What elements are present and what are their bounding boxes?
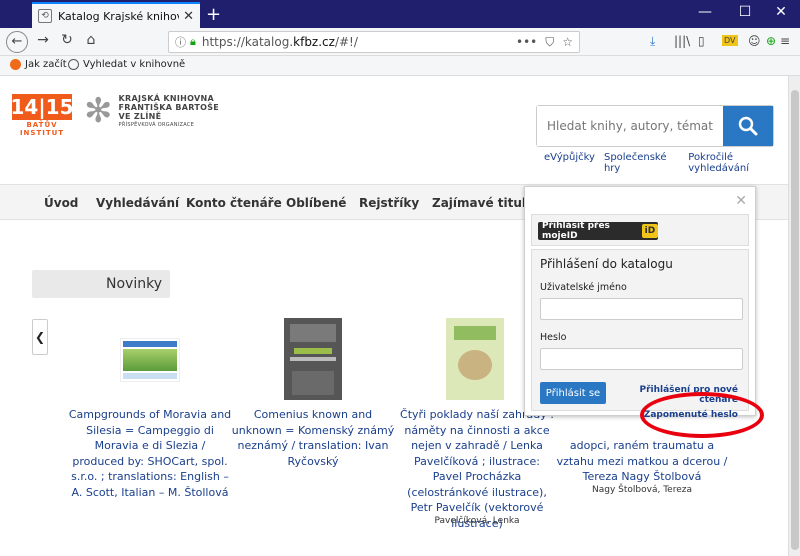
pocket-icon[interactable]: ⛉: [545, 35, 554, 50]
link-advanced-search[interactable]: Pokročilé vyhledávání: [688, 152, 788, 174]
browser-titlebar: ⟲ Katalog Krajské knihovny Františka ✕ +…: [0, 0, 800, 28]
search-button[interactable]: [723, 106, 773, 146]
menu-item-zajimave-tituly[interactable]: Zajímavé tituly: [432, 196, 534, 210]
bookmark-star-icon[interactable]: ☆: [562, 35, 573, 49]
link-spolecenske-hry[interactable]: Společenské hry: [604, 152, 679, 174]
firefox-icon: [10, 59, 21, 70]
search-box: [536, 105, 774, 147]
book-cover[interactable]: [120, 338, 180, 382]
page-favicon-icon: ⟲: [38, 9, 52, 23]
info-icon[interactable]: ⓘ: [175, 34, 186, 50]
tab-title: Katalog Krajské knihovny Františka: [58, 9, 179, 23]
forward-button-icon[interactable]: →: [32, 32, 54, 48]
reload-icon[interactable]: ↻: [56, 32, 78, 48]
extension-plus-icon[interactable]: ⊕: [766, 34, 776, 48]
browser-navbar: ← → ↻ ⌂ ⓘ 🔒︎ https://katalog.kfbz.cz/#!/…: [0, 28, 800, 56]
bookmarks-bar: Jak začít Vyhledat v knihovně: [0, 56, 800, 76]
password-label: Heslo: [540, 332, 567, 343]
chevron-left-icon: ❮: [34, 330, 46, 344]
page-scrollbar[interactable]: [788, 76, 800, 556]
url-text: https://katalog.kfbz.cz/#!/: [201, 35, 358, 49]
menu-item-rejstriky[interactable]: Rejstříky: [359, 196, 419, 210]
account-icon[interactable]: ☺: [748, 34, 761, 48]
browser-tab[interactable]: ⟲ Katalog Krajské knihovny Františka ✕: [32, 2, 200, 28]
bookmark-getting-started[interactable]: Jak začít: [10, 59, 67, 70]
scrollbar-thumb[interactable]: [791, 90, 799, 550]
home-icon[interactable]: ⌂: [80, 32, 102, 48]
login-form: Přihlášení do katalogu Uživatelské jméno…: [531, 249, 749, 420]
dv-extension-icon[interactable]: DV: [722, 35, 738, 46]
bookmark-search-library[interactable]: Vyhledat v knihovně: [68, 59, 185, 70]
maximize-icon[interactable]: ☐: [730, 4, 760, 20]
highlight-annotation: [640, 392, 764, 438]
menu-item-oblibene[interactable]: Oblíbené: [286, 196, 346, 210]
menu-hamburger-icon[interactable]: ≡: [780, 34, 790, 48]
book-cover[interactable]: [446, 318, 504, 400]
library-icon[interactable]: |||\: [674, 34, 690, 48]
book-author: Pavelčíková, Lenka: [434, 516, 520, 526]
mojeid-icon: iD: [641, 224, 658, 238]
sidebar-icon[interactable]: ▯: [698, 34, 705, 48]
book-author: Nagy Štolbová, Tereza: [592, 485, 692, 495]
page: 14|15 BAŤŮV INSTITUT ✻ KRAJSKÁ KNIHOVNA …: [0, 76, 788, 556]
lock-icon: 🔒︎: [190, 35, 196, 48]
batuv-institut-logo[interactable]: 14|15 BAŤŮV INSTITUT: [11, 94, 73, 137]
asterisk-logo-icon: ✻: [84, 91, 113, 131]
download-icon[interactable]: ⤓: [650, 34, 655, 49]
popup-close-icon[interactable]: ✕: [735, 193, 747, 209]
search-input[interactable]: [537, 106, 723, 146]
library-logo[interactable]: ✻ KRAJSKÁ KNIHOVNA FRANTIŠKA BARTOŠE VE …: [84, 94, 219, 130]
minimize-icon[interactable]: —: [690, 4, 720, 20]
login-popup: ✕ Přihlásit přes mojeID iD Přihlášení do…: [524, 186, 756, 420]
link-evypujcky[interactable]: eVýpůjčky: [544, 152, 595, 174]
new-tab-button[interactable]: +: [206, 4, 221, 25]
username-input[interactable]: [540, 298, 743, 320]
book-cover[interactable]: [284, 318, 342, 400]
window-close-icon[interactable]: ✕: [766, 4, 796, 20]
menu-item-konto[interactable]: Konto čtenáře: [186, 196, 282, 210]
globe-icon: [68, 59, 79, 70]
carousel-prev-button[interactable]: ❮: [32, 319, 48, 355]
menu-item-vyhledavani[interactable]: Vyhledávání: [96, 196, 179, 210]
section-title-novinky: Novinky: [32, 270, 170, 298]
book-title-link[interactable]: Campgrounds of Moravia and Silesia = Cam…: [68, 407, 232, 500]
url-bar[interactable]: ⓘ 🔒︎ https://katalog.kfbz.cz/#!/ ••• ⛉ ☆: [168, 31, 580, 53]
mojeid-login-button[interactable]: Přihlásit přes mojeID iD: [538, 221, 658, 241]
book-title-link[interactable]: Comenius known and unknown = Komenský zn…: [230, 407, 396, 469]
password-input[interactable]: [540, 348, 743, 370]
header-links: eVýpůjčky Společenské hry Pokročilé vyhl…: [544, 152, 788, 174]
back-button-icon[interactable]: ←: [6, 31, 28, 53]
login-submit-button[interactable]: Přihlásit se: [540, 382, 606, 404]
menu-item-uvod[interactable]: Úvod: [44, 196, 78, 210]
more-actions-icon[interactable]: •••: [516, 35, 537, 49]
search-icon: [738, 116, 758, 136]
username-label: Uživatelské jméno: [540, 282, 627, 293]
book-title-link[interactable]: Čtyři poklady naší zahrady : náměty na č…: [400, 407, 554, 531]
tab-close-icon[interactable]: ✕: [183, 9, 194, 24]
book-title-link[interactable]: adopci, raném traumatu a vztahu mezi mat…: [554, 438, 730, 485]
login-title: Přihlášení do katalogu: [540, 257, 673, 271]
